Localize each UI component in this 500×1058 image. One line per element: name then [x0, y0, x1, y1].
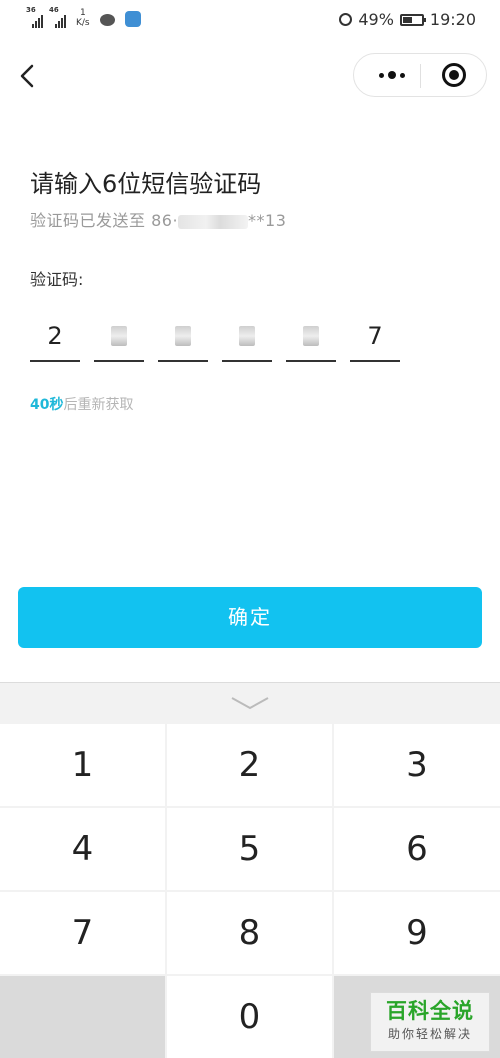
chevron-down-icon — [231, 697, 269, 710]
key-0[interactable]: 0 — [167, 976, 332, 1058]
chat-bubble-icon — [99, 14, 115, 26]
network-speed: 1 K/s — [76, 8, 90, 28]
mini-program-capsule — [353, 53, 487, 97]
sms-code-input[interactable]: 2 7 — [30, 312, 402, 362]
back-button[interactable] — [16, 60, 40, 92]
key-7[interactable]: 7 — [0, 892, 165, 974]
close-target-icon[interactable] — [442, 63, 466, 87]
key-4[interactable]: 4 — [0, 808, 165, 890]
page-title: 请输入6位短信验证码 — [30, 170, 262, 198]
hide-keyboard-button[interactable] — [0, 683, 500, 723]
battery-icon — [399, 13, 426, 26]
code-digit-2[interactable] — [94, 312, 144, 362]
more-dots-icon — [379, 72, 384, 78]
code-digit-5[interactable] — [286, 312, 336, 362]
battery-percent: 49% — [358, 10, 394, 29]
key-1[interactable]: 1 — [0, 724, 165, 806]
key-6[interactable]: 6 — [334, 808, 500, 890]
back-arrow-icon — [20, 64, 34, 88]
confirm-button[interactable]: 确定 — [18, 587, 482, 648]
code-digit-4[interactable] — [222, 312, 272, 362]
code-digit-6[interactable]: 7 — [350, 312, 400, 362]
key-8[interactable]: 8 — [167, 892, 332, 974]
sent-to-text: 验证码已发送至 86· **13 — [30, 211, 287, 230]
code-digit-1[interactable]: 2 — [30, 312, 80, 362]
capsule-divider — [420, 64, 421, 88]
resend-countdown: 40秒 — [30, 397, 64, 413]
code-label: 验证码: — [30, 270, 84, 289]
signal-sim1-icon: 36 — [26, 6, 43, 28]
more-button[interactable] — [368, 54, 416, 96]
masked-digit — [239, 326, 255, 346]
watermark-logo: 百科全说 助你轻松解决 — [370, 992, 490, 1052]
key-9[interactable]: 9 — [334, 892, 500, 974]
masked-digit — [303, 326, 319, 346]
masked-digit — [175, 326, 191, 346]
code-digit-3[interactable] — [158, 312, 208, 362]
status-bar: 36 46 1 K/s 49% 19:20 — [0, 0, 500, 42]
key-blank — [0, 976, 165, 1058]
app-notification-icon — [124, 11, 141, 27]
key-5[interactable]: 5 — [167, 808, 332, 890]
alarm-icon — [339, 13, 353, 26]
clock: 19:20 — [429, 10, 476, 29]
key-3[interactable]: 3 — [334, 724, 500, 806]
key-2[interactable]: 2 — [167, 724, 332, 806]
resend-hint: 40秒后重新获取 — [30, 397, 134, 413]
signal-sim2-icon: 46 — [49, 6, 66, 28]
masked-phone-number — [178, 214, 249, 229]
masked-digit — [111, 326, 127, 346]
